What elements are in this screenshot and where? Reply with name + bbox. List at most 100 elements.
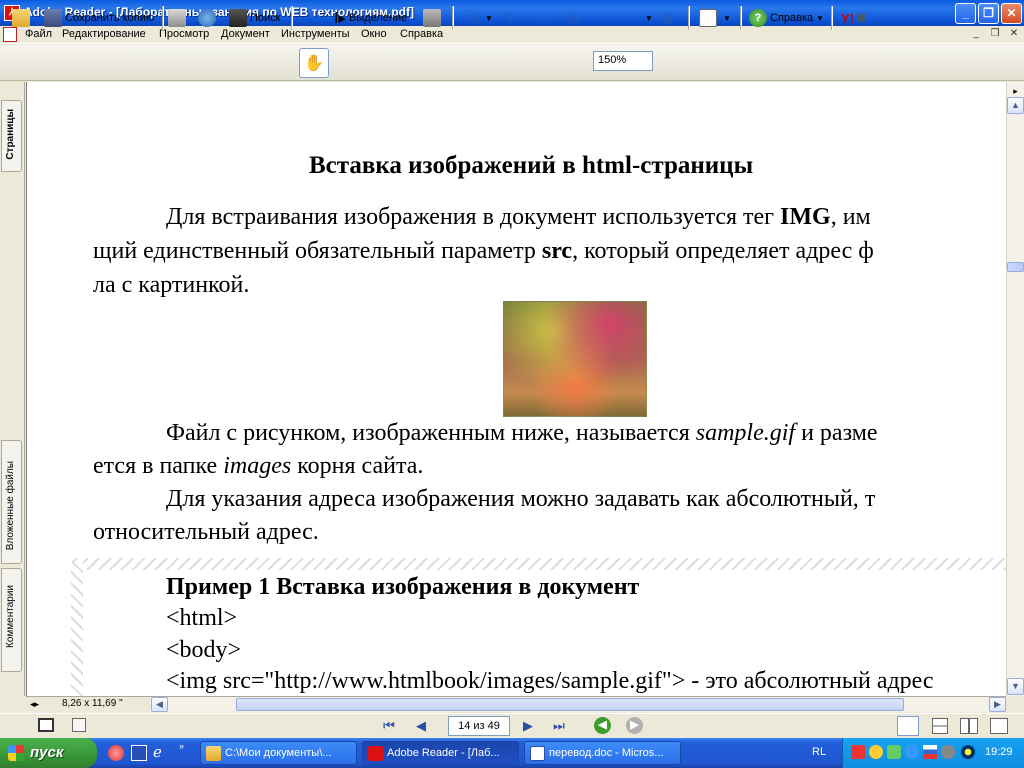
yahoo-button[interactable]: Y! ⌘ [841, 6, 867, 30]
page-number-field[interactable]: 14 из 49 [448, 716, 510, 736]
fit-height-button[interactable]: ⇕ [505, 6, 516, 30]
tab-pages[interactable]: Страницы [1, 100, 22, 172]
toolbar [0, 45, 1024, 81]
scroll-right-button[interactable]: ▶ [989, 697, 1006, 712]
page-heading: Вставка изображений в html-страницы [309, 152, 754, 179]
tab-attachments[interactable]: Вложенные файлы [1, 440, 22, 564]
zoom-in-magnifier-icon: 🔍︎ [463, 10, 483, 27]
zoom-out-icon: ⊖ [568, 9, 580, 26]
toolbar-separator [162, 6, 164, 30]
toolbar-separator [452, 6, 454, 30]
tray-settings-icon[interactable] [941, 745, 955, 759]
last-page-button[interactable]: ⏭ [550, 717, 568, 735]
first-page-button[interactable]: ⏮ [380, 717, 398, 735]
print-button[interactable] [168, 6, 189, 30]
hand-tool-button[interactable]: ✋ [299, 48, 329, 78]
select-label: Выделение [348, 12, 408, 24]
doc-restore-icon[interactable]: ❐ [988, 28, 1002, 41]
filename-text: sample.gif [695, 420, 796, 446]
text-run: щий единственный обязательный параметр [93, 238, 542, 264]
doc-minimize-icon[interactable]: _ [969, 28, 983, 41]
language-indicator[interactable]: RL [812, 746, 826, 758]
fit-width-button[interactable]: ⇔ [536, 6, 549, 30]
next-page-button[interactable]: ▶ [519, 717, 537, 735]
tab-attachments-label: Вложенные файлы [5, 461, 16, 551]
continuous-facing-view-icon[interactable] [990, 718, 1008, 734]
adobe-reader-icon [368, 746, 383, 761]
clock[interactable]: 19:29 [985, 746, 1013, 758]
task-button-adobe-reader[interactable]: Adobe Reader - [Лаб... [362, 741, 519, 765]
yahoo-label: Y! [841, 10, 854, 26]
tray-media-icon[interactable] [961, 745, 975, 759]
search-label: Поиск [250, 12, 281, 24]
doc-close-icon[interactable]: ✕ [1007, 28, 1021, 41]
facing-view-icon[interactable] [960, 718, 978, 734]
scroll-up-button[interactable]: ▲ [1007, 97, 1024, 114]
select-tool-button[interactable]: Ⅰ▸ Выделение [334, 6, 407, 30]
quicklaunch-more-icon[interactable]: » [179, 741, 184, 751]
minimize-button[interactable]: _ [955, 3, 976, 24]
save-copy-button[interactable]: Сохранить копию [44, 6, 154, 30]
quicklaunch-ie-icon[interactable]: ℯ [153, 743, 162, 761]
tray-network-icon[interactable] [905, 745, 919, 759]
hand-icon: ✋ [304, 55, 324, 72]
open-button[interactable] [12, 6, 33, 30]
task-button-explorer[interactable]: C:\Мои документы\... [200, 741, 357, 765]
navigation-bar [0, 713, 1024, 738]
zoom-out-button[interactable]: ⊖ [568, 6, 580, 30]
rotate-view-button[interactable]: ▼ [699, 6, 731, 30]
single-page-view-icon[interactable] [897, 716, 919, 736]
fit-height-icon: ⇕ [505, 10, 516, 25]
vertical-scrollbar[interactable] [1006, 82, 1024, 696]
tray-app-icon[interactable] [851, 745, 865, 759]
scroll-down-button[interactable]: ▼ [1007, 678, 1024, 695]
help-button[interactable]: ? Справка ▼ [749, 6, 824, 30]
quicklaunch-save-icon[interactable] [131, 745, 147, 761]
sample-image [503, 301, 647, 417]
save-copy-label: Сохранить копию [65, 12, 155, 24]
text-cursor-icon: Ⅰ▸ [334, 10, 346, 27]
email-button[interactable] [198, 6, 219, 30]
continuous-view-icon[interactable] [932, 718, 948, 734]
example-box-border [71, 558, 1006, 570]
toolbar-separator [291, 6, 293, 30]
zoom-in-button[interactable]: ⊕ [661, 6, 673, 30]
tray-security-icon[interactable] [887, 745, 901, 759]
document-view[interactable]: Вставка изображений в html-страницы Для … [26, 82, 1006, 696]
zoom-tool-button[interactable]: 🔍︎ ▼ [463, 6, 493, 30]
tray-flag-icon[interactable] [923, 745, 937, 759]
help-icon: ? [749, 9, 767, 27]
tab-comments[interactable]: Комментарии [1, 568, 22, 672]
zoom-dropdown-button[interactable]: ▼ [642, 6, 653, 30]
snapshot-button[interactable] [423, 6, 444, 30]
monitor-icon[interactable] [38, 718, 54, 732]
task-label: Adobe Reader - [Лаб... [387, 747, 500, 759]
vertical-scroll-thumb[interactable] [1007, 262, 1024, 272]
maximize-button[interactable]: ❐ [978, 3, 999, 24]
start-button[interactable]: пуск [0, 738, 97, 768]
src-param-text: src [541, 238, 573, 264]
search-button[interactable]: Поиск [229, 6, 280, 30]
go-forward-button[interactable]: ▶ [626, 717, 643, 734]
toolbar-separator [688, 6, 690, 30]
paragraph-3-line-1: Для указания адреса изображения можно за… [166, 486, 876, 512]
paragraph-3-line-2: относительный адрес. [93, 519, 319, 545]
zoom-level-input[interactable]: 150% [593, 51, 653, 71]
save-icon [44, 9, 62, 27]
task-button-word[interactable]: перевод.doc - Micros... [524, 741, 681, 765]
quicklaunch-browser-icon[interactable] [108, 745, 124, 761]
code-line: <img src="http://www.htmlbook/images/sam… [166, 668, 934, 694]
paragraph-2-line-1: Файл с рисунком, изображенным ниже, назы… [166, 420, 878, 447]
split-arrow-icon[interactable]: ▸ [1007, 84, 1024, 96]
horizontal-scroll-thumb[interactable] [236, 698, 904, 711]
document-status-icon[interactable] [72, 718, 86, 732]
folder-icon [206, 746, 221, 761]
previous-page-button[interactable]: ◀ [412, 717, 430, 735]
example-title: Пример 1 Вставка изображения в документ [166, 574, 640, 600]
go-back-button[interactable]: ◀ [594, 717, 611, 734]
toolbar-separator [831, 6, 833, 30]
scroll-left-button[interactable]: ◀ [151, 697, 168, 712]
close-button[interactable]: ✕ [1001, 3, 1022, 24]
tray-smile-icon[interactable] [869, 745, 883, 759]
chevron-down-icon: ▼ [485, 13, 493, 23]
